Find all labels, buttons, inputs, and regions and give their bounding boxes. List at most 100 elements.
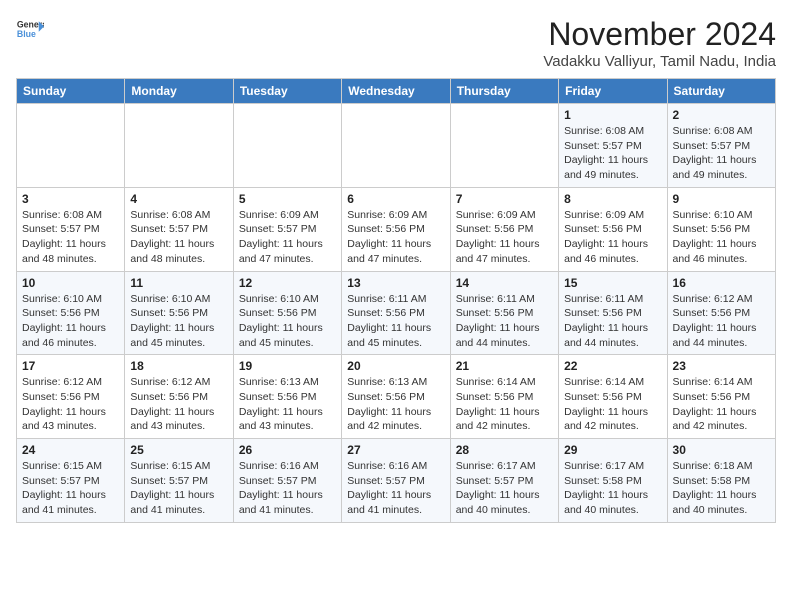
day-info: Sunrise: 6:08 AMSunset: 5:57 PMDaylight:… bbox=[673, 124, 770, 183]
calendar-cell: 4 Sunrise: 6:08 AMSunset: 5:57 PMDaylight… bbox=[125, 187, 233, 271]
calendar-cell: 11Sunrise: 6:10 AMSunset: 5:56 PMDayligh… bbox=[125, 271, 233, 355]
calendar-cell: 30 Sunrise: 6:18 AMSunset: 5:58 PMDayligh… bbox=[667, 439, 775, 523]
day-number: 5 bbox=[239, 192, 336, 206]
weekday-header: Thursday bbox=[450, 79, 558, 104]
calendar-cell bbox=[450, 104, 558, 188]
day-number: 24 bbox=[22, 443, 119, 457]
calendar-cell: 20Sunrise: 6:13 AMSunset: 5:56 PMDayligh… bbox=[342, 355, 450, 439]
day-number: 10 bbox=[22, 276, 119, 290]
day-info: Sunrise: 6:11 AMSunset: 5:56 PMDaylight:… bbox=[347, 292, 444, 351]
day-number: 14 bbox=[456, 276, 553, 290]
day-info: Sunrise: 6:10 AMSunset: 5:56 PMDaylight:… bbox=[22, 292, 119, 351]
calendar-header: SundayMondayTuesdayWednesdayThursdayFrid… bbox=[17, 79, 776, 104]
day-info: Sunrise: 6:18 AMSunset: 5:58 PMDaylight:… bbox=[673, 459, 770, 518]
calendar-cell: 9 Sunrise: 6:10 AMSunset: 5:56 PMDaylight… bbox=[667, 187, 775, 271]
calendar-cell: 1 Sunrise: 6:08 AMSunset: 5:57 PMDaylight… bbox=[559, 104, 667, 188]
svg-text:Blue: Blue bbox=[17, 29, 36, 39]
day-number: 3 bbox=[22, 192, 119, 206]
weekday-header: Wednesday bbox=[342, 79, 450, 104]
page-title: November 2024 bbox=[543, 16, 776, 53]
day-info: Sunrise: 6:11 AMSunset: 5:56 PMDaylight:… bbox=[456, 292, 553, 351]
day-number: 8 bbox=[564, 192, 661, 206]
calendar-cell: 3 Sunrise: 6:08 AMSunset: 5:57 PMDaylight… bbox=[17, 187, 125, 271]
calendar-cell: 8 Sunrise: 6:09 AMSunset: 5:56 PMDaylight… bbox=[559, 187, 667, 271]
day-info: Sunrise: 6:15 AMSunset: 5:57 PMDaylight:… bbox=[130, 459, 227, 518]
calendar-cell: 6 Sunrise: 6:09 AMSunset: 5:56 PMDaylight… bbox=[342, 187, 450, 271]
weekday-header: Saturday bbox=[667, 79, 775, 104]
day-info: Sunrise: 6:09 AMSunset: 5:56 PMDaylight:… bbox=[456, 208, 553, 267]
day-number: 13 bbox=[347, 276, 444, 290]
day-number: 28 bbox=[456, 443, 553, 457]
day-number: 20 bbox=[347, 359, 444, 373]
weekday-header: Sunday bbox=[17, 79, 125, 104]
calendar-cell: 5Sunrise: 6:09 AMSunset: 5:57 PMDaylight… bbox=[233, 187, 341, 271]
day-info: Sunrise: 6:10 AMSunset: 5:56 PMDaylight:… bbox=[130, 292, 227, 351]
calendar-cell: 2Sunrise: 6:08 AMSunset: 5:57 PMDaylight… bbox=[667, 104, 775, 188]
day-info: Sunrise: 6:08 AMSunset: 5:57 PMDaylight:… bbox=[130, 208, 227, 267]
day-number: 18 bbox=[130, 359, 227, 373]
page-subtitle: Vadakku Valliyur, Tamil Nadu, India bbox=[543, 53, 776, 70]
calendar-cell: 24 Sunrise: 6:15 AMSunset: 5:57 PMDayligh… bbox=[17, 439, 125, 523]
day-number: 27 bbox=[347, 443, 444, 457]
logo-icon: General Blue bbox=[16, 16, 44, 44]
calendar-cell: 12 Sunrise: 6:10 AMSunset: 5:56 PMDayligh… bbox=[233, 271, 341, 355]
day-info: Sunrise: 6:08 AMSunset: 5:57 PMDaylight:… bbox=[22, 208, 119, 267]
day-info: Sunrise: 6:09 AMSunset: 5:56 PMDaylight:… bbox=[564, 208, 661, 267]
weekday-header: Monday bbox=[125, 79, 233, 104]
day-info: Sunrise: 6:12 AMSunset: 5:56 PMDaylight:… bbox=[130, 375, 227, 434]
title-block: November 2024 Vadakku Valliyur, Tamil Na… bbox=[543, 16, 776, 70]
day-info: Sunrise: 6:12 AMSunset: 5:56 PMDaylight:… bbox=[22, 375, 119, 434]
day-number: 23 bbox=[673, 359, 770, 373]
day-info: Sunrise: 6:09 AMSunset: 5:56 PMDaylight:… bbox=[347, 208, 444, 267]
calendar-cell: 26 Sunrise: 6:16 AMSunset: 5:57 PMDayligh… bbox=[233, 439, 341, 523]
day-info: Sunrise: 6:10 AMSunset: 5:56 PMDaylight:… bbox=[239, 292, 336, 351]
calendar-cell: 21Sunrise: 6:14 AMSunset: 5:56 PMDayligh… bbox=[450, 355, 558, 439]
calendar-cell: 23 Sunrise: 6:14 AMSunset: 5:56 PMDayligh… bbox=[667, 355, 775, 439]
calendar-cell: 14 Sunrise: 6:11 AMSunset: 5:56 PMDayligh… bbox=[450, 271, 558, 355]
calendar-cell: 15 Sunrise: 6:11 AMSunset: 5:56 PMDayligh… bbox=[559, 271, 667, 355]
calendar-cell: 10 Sunrise: 6:10 AMSunset: 5:56 PMDayligh… bbox=[17, 271, 125, 355]
day-number: 21 bbox=[456, 359, 553, 373]
day-number: 7 bbox=[456, 192, 553, 206]
day-number: 1 bbox=[564, 108, 661, 122]
day-number: 22 bbox=[564, 359, 661, 373]
page-header: General Blue November 2024 Vadakku Valli… bbox=[16, 16, 776, 70]
weekday-header: Tuesday bbox=[233, 79, 341, 104]
day-info: Sunrise: 6:14 AMSunset: 5:56 PMDaylight:… bbox=[673, 375, 770, 434]
day-number: 17 bbox=[22, 359, 119, 373]
day-info: Sunrise: 6:15 AMSunset: 5:57 PMDaylight:… bbox=[22, 459, 119, 518]
calendar-cell bbox=[233, 104, 341, 188]
calendar-cell: 27Sunrise: 6:16 AMSunset: 5:57 PMDayligh… bbox=[342, 439, 450, 523]
calendar-cell bbox=[342, 104, 450, 188]
calendar-cell: 29 Sunrise: 6:17 AMSunset: 5:58 PMDayligh… bbox=[559, 439, 667, 523]
weekday-header: Friday bbox=[559, 79, 667, 104]
day-info: Sunrise: 6:08 AMSunset: 5:57 PMDaylight:… bbox=[564, 124, 661, 183]
calendar-cell: 17 Sunrise: 6:12 AMSunset: 5:56 PMDayligh… bbox=[17, 355, 125, 439]
day-number: 9 bbox=[673, 192, 770, 206]
day-number: 12 bbox=[239, 276, 336, 290]
calendar-cell: 19Sunrise: 6:13 AMSunset: 5:56 PMDayligh… bbox=[233, 355, 341, 439]
day-info: Sunrise: 6:10 AMSunset: 5:56 PMDaylight:… bbox=[673, 208, 770, 267]
day-info: Sunrise: 6:17 AMSunset: 5:58 PMDaylight:… bbox=[564, 459, 661, 518]
logo: General Blue bbox=[16, 16, 44, 44]
day-info: Sunrise: 6:13 AMSunset: 5:56 PMDaylight:… bbox=[239, 375, 336, 434]
day-number: 29 bbox=[564, 443, 661, 457]
day-number: 25 bbox=[130, 443, 227, 457]
calendar-cell: 18 Sunrise: 6:12 AMSunset: 5:56 PMDayligh… bbox=[125, 355, 233, 439]
day-number: 6 bbox=[347, 192, 444, 206]
calendar-cell: 7 Sunrise: 6:09 AMSunset: 5:56 PMDaylight… bbox=[450, 187, 558, 271]
calendar-cell: 16Sunrise: 6:12 AMSunset: 5:56 PMDayligh… bbox=[667, 271, 775, 355]
calendar-cell: 22Sunrise: 6:14 AMSunset: 5:56 PMDayligh… bbox=[559, 355, 667, 439]
day-number: 26 bbox=[239, 443, 336, 457]
calendar-cell bbox=[17, 104, 125, 188]
calendar-cell: 25 Sunrise: 6:15 AMSunset: 5:57 PMDayligh… bbox=[125, 439, 233, 523]
day-info: Sunrise: 6:12 AMSunset: 5:56 PMDaylight:… bbox=[673, 292, 770, 351]
day-info: Sunrise: 6:17 AMSunset: 5:57 PMDaylight:… bbox=[456, 459, 553, 518]
day-info: Sunrise: 6:16 AMSunset: 5:57 PMDaylight:… bbox=[239, 459, 336, 518]
day-number: 15 bbox=[564, 276, 661, 290]
day-number: 30 bbox=[673, 443, 770, 457]
calendar-cell bbox=[125, 104, 233, 188]
day-info: Sunrise: 6:11 AMSunset: 5:56 PMDaylight:… bbox=[564, 292, 661, 351]
day-number: 4 bbox=[130, 192, 227, 206]
calendar-cell: 13 Sunrise: 6:11 AMSunset: 5:56 PMDayligh… bbox=[342, 271, 450, 355]
